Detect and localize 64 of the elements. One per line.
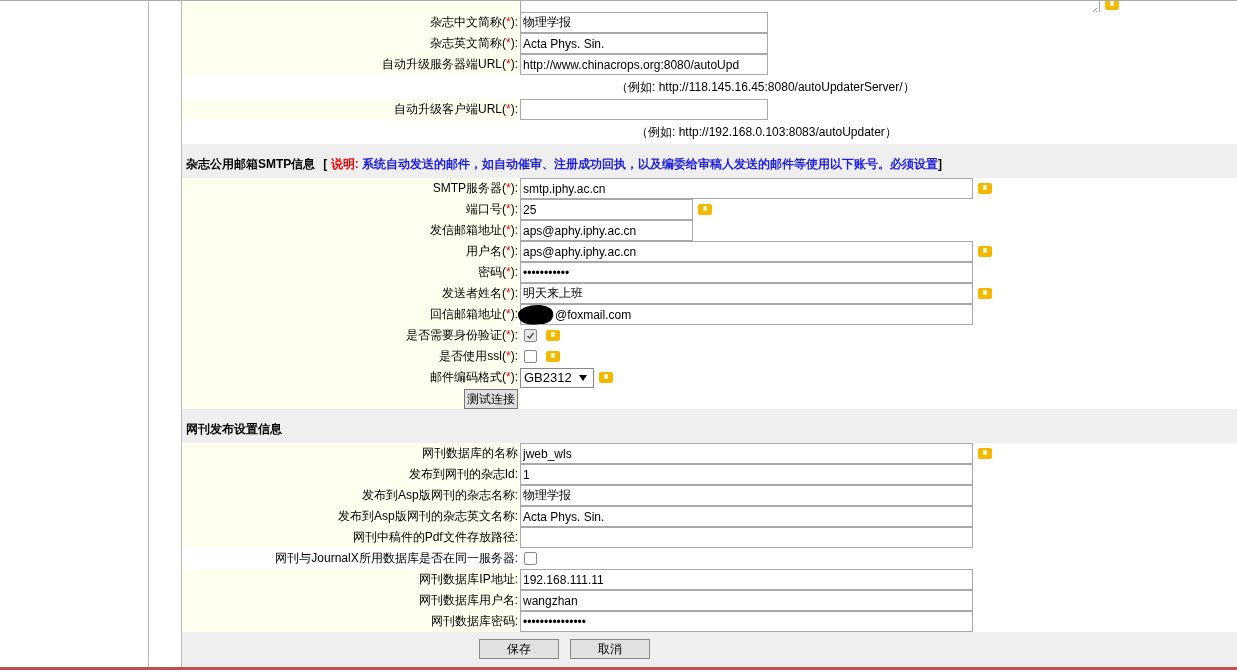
- field-label: 发送者姓名(*):: [442, 285, 518, 302]
- field-label: 杂志中文简称(*):: [430, 14, 518, 31]
- field-label: 邮件编码格式(*):: [430, 369, 518, 386]
- text-field[interactable]: 1: [520, 464, 973, 485]
- text-field[interactable]: Acta Phys. Sin.: [520, 506, 973, 527]
- field-label: 回信邮箱地址(*):: [430, 306, 518, 323]
- text-field[interactable]: 物理学报: [520, 12, 768, 33]
- text-field[interactable]: wangzhan: [520, 590, 973, 611]
- example-note: （例如: http://118.145.16.45:8080/autoUpdaterServer/）: [615, 78, 915, 96]
- text-field[interactable]: smtp.iphy.ac.cn: [520, 178, 973, 199]
- field-label: 网刊数据库IP地址:: [419, 571, 518, 588]
- field-label: 网刊数据库用户名:: [418, 592, 518, 609]
- text-field[interactable]: [520, 99, 768, 120]
- help-icon[interactable]: [978, 448, 992, 459]
- example-note: （例如: http://192.168.0.103:8083/autoUpdater）: [635, 123, 897, 141]
- text-field[interactable]: 明天来上班: [520, 283, 973, 304]
- text-field[interactable]: aps@aphy.iphy.ac.cn: [520, 241, 973, 262]
- section-title: 杂志公用邮箱SMTP信息: [186, 156, 316, 173]
- field-label: 自动升级服务器端URL(*):: [381, 56, 518, 73]
- text-field[interactable]: 25: [520, 199, 693, 220]
- field-label: 发信邮箱地址(*):: [430, 222, 518, 239]
- help-icon[interactable]: [599, 372, 613, 383]
- help-icon[interactable]: [546, 351, 560, 362]
- field-label: 用户名(*):: [466, 243, 518, 260]
- text-field[interactable]: Acta Phys. Sin.: [520, 33, 768, 54]
- help-icon[interactable]: [978, 288, 992, 299]
- field-label: 端口号(*):: [466, 201, 518, 218]
- text-field[interactable]: •••••••••••••••: [520, 611, 973, 632]
- checkbox[interactable]: [524, 552, 537, 565]
- field-label: 网刊与JournalX所用数据库是否在同一服务器:: [275, 550, 518, 567]
- field-label: 发布到网刊的杂志Id:: [408, 466, 518, 483]
- text-field[interactable]: jweb_wls: [520, 443, 973, 464]
- redaction-mark: [515, 303, 555, 326]
- text-field[interactable]: 物理学报: [520, 485, 973, 506]
- section-title: 网刊发布设置信息: [186, 421, 282, 438]
- help-icon[interactable]: [978, 183, 992, 194]
- text-field[interactable]: [520, 527, 973, 548]
- help-icon[interactable]: [1105, 1, 1119, 10]
- text-field[interactable]: •••••••••••: [520, 262, 973, 283]
- field-label: 杂志英文简称(*):: [430, 35, 518, 52]
- caret-icon: [579, 374, 587, 381]
- test-connection-button[interactable]: 测试连接: [464, 389, 518, 409]
- help-icon[interactable]: [698, 204, 712, 215]
- text-field[interactable]: 192.168.111.11: [520, 569, 973, 590]
- section-note: [ 说明: 系统自动发送的邮件，如自动催审、注册成功回执，以及编委给审稿人发送的邮件等使用以下账号。必须设置]: [323, 156, 943, 173]
- field-label: 网刊数据库密码:: [430, 613, 518, 630]
- field-label: 自动升级客户端URL(*):: [393, 101, 518, 118]
- field-label: 网刊中稿件的Pdf文件存放路径:: [352, 529, 518, 546]
- field-label: 是否使用ssl(*):: [439, 348, 518, 365]
- field-label: 发布到Asp版网刊的杂志英文名称:: [338, 508, 518, 525]
- text-field[interactable]: http://www.chinacrops.org:8080/autoUpd: [520, 54, 768, 75]
- field-label: SMTP服务器(*):: [432, 180, 518, 197]
- field-label: 发布到Asp版网刊的杂志名称:: [362, 487, 518, 504]
- resize-grip-icon[interactable]: [1090, 5, 1098, 12]
- checkbox[interactable]: [524, 350, 537, 363]
- field-label: 是否需要身份验证(*):: [406, 327, 518, 344]
- field-label: 网刊数据库的名称: [422, 445, 518, 462]
- field-label: 密码(*):: [478, 264, 518, 281]
- text-field[interactable]: @foxmail.com: [520, 304, 973, 325]
- cancel-button[interactable]: 取消: [570, 639, 650, 659]
- help-icon[interactable]: [978, 246, 992, 257]
- encoding-select[interactable]: GB2312: [520, 367, 594, 388]
- text-field[interactable]: aps@aphy.iphy.ac.cn: [520, 220, 693, 241]
- save-button[interactable]: 保存: [479, 639, 559, 659]
